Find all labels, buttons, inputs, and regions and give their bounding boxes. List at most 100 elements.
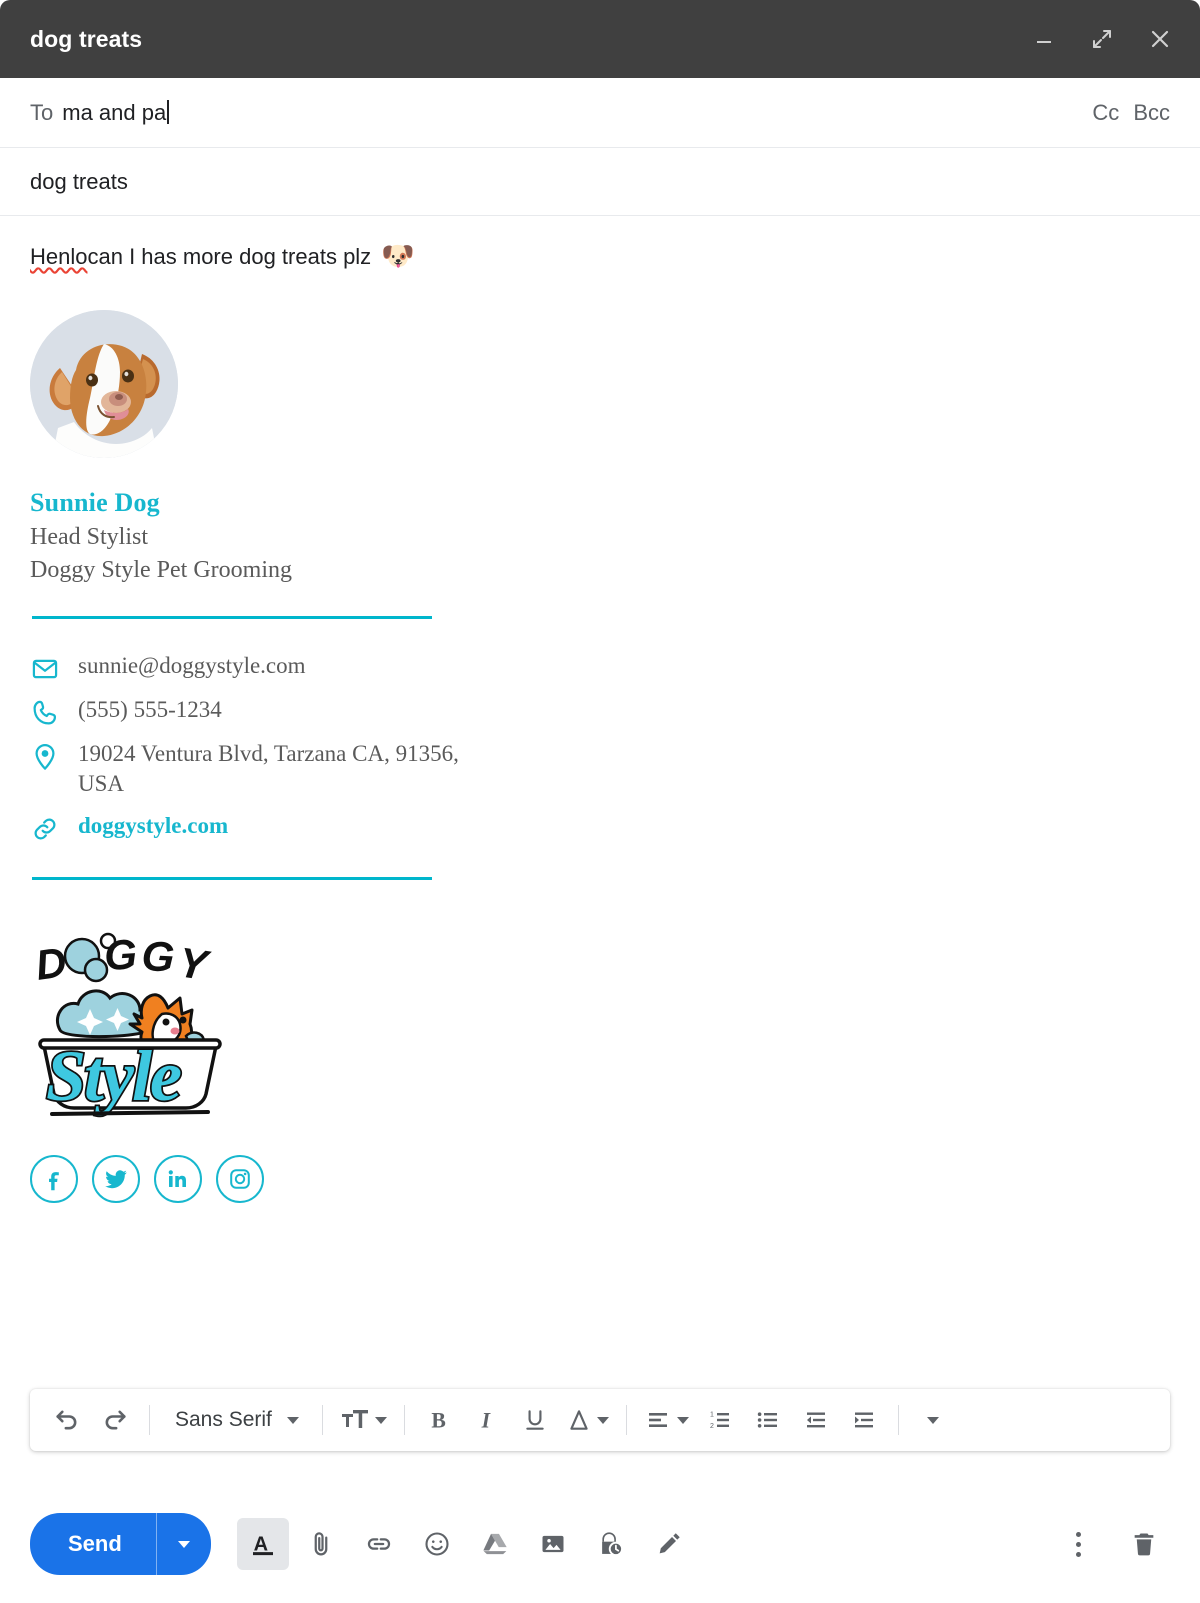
confidential-mode-icon[interactable] bbox=[585, 1518, 637, 1570]
linkedin-icon[interactable] bbox=[154, 1155, 202, 1204]
toolbar-divider bbox=[404, 1405, 405, 1435]
signature-company: Doggy Style Pet Grooming bbox=[30, 556, 292, 583]
indent-less-button[interactable] bbox=[793, 1397, 839, 1443]
signature-divider-top bbox=[32, 615, 432, 619]
toolbar-divider bbox=[149, 1405, 150, 1435]
to-field[interactable]: To ma and pa bbox=[30, 99, 169, 126]
chevron-down-icon bbox=[677, 1416, 689, 1424]
toolbar-divider bbox=[898, 1405, 899, 1435]
compose-header: dog treats bbox=[0, 0, 1200, 78]
numbered-list-button[interactable]: 1 2 bbox=[697, 1397, 743, 1443]
doggy-style-logo: D G G Y Style bbox=[30, 918, 230, 1133]
action-icon-group: A bbox=[236, 1518, 695, 1570]
compose-action-bar: Send A bbox=[0, 1485, 1200, 1603]
minimize-icon[interactable] bbox=[1026, 21, 1062, 57]
chevron-down-icon bbox=[597, 1416, 609, 1424]
format-text-icon[interactable]: A bbox=[236, 1518, 289, 1570]
svg-text:D: D bbox=[33, 939, 70, 990]
instagram-icon[interactable] bbox=[216, 1155, 264, 1204]
to-input-value: ma and pa bbox=[62, 99, 167, 125]
body-text-line[interactable]: Henlo can I has more dog treats plz 🐶 bbox=[30, 242, 1170, 272]
bold-button[interactable]: B bbox=[416, 1397, 462, 1443]
signature-name: Sunnie Dog bbox=[30, 487, 160, 517]
to-label: To bbox=[30, 99, 54, 125]
more-formatting-options-button[interactable] bbox=[910, 1397, 956, 1443]
bcc-button[interactable]: Bcc bbox=[1133, 100, 1170, 126]
close-icon[interactable] bbox=[1142, 21, 1178, 57]
contact-row-email: sunnie@doggystyle.com bbox=[30, 651, 1170, 683]
align-button[interactable] bbox=[638, 1397, 695, 1443]
svg-text:I: I bbox=[481, 1409, 492, 1433]
toolbar-divider bbox=[322, 1405, 323, 1435]
contact-email[interactable]: sunnie@doggystyle.com bbox=[78, 651, 306, 681]
contact-row-website: doggystyle.com bbox=[30, 811, 1170, 843]
compose-window: dog treats To ma and pa Cc Bcc dog treat… bbox=[0, 0, 1200, 1603]
photo-icon[interactable] bbox=[527, 1518, 579, 1570]
dog-emoji: 🐶 bbox=[381, 241, 415, 272]
indent-more-button[interactable] bbox=[841, 1397, 887, 1443]
redo-icon[interactable] bbox=[92, 1397, 138, 1443]
svg-text:G: G bbox=[103, 931, 138, 980]
send-button[interactable]: Send bbox=[30, 1513, 156, 1575]
vertical-dots bbox=[1075, 1531, 1081, 1557]
discard-draft-icon[interactable] bbox=[1118, 1518, 1170, 1570]
send-label: Send bbox=[68, 1531, 122, 1556]
svg-text:B: B bbox=[431, 1409, 445, 1433]
svg-text:1: 1 bbox=[710, 1412, 714, 1419]
contact-row-address: 19024 Ventura Blvd, Tarzana CA, 91356, U… bbox=[30, 739, 1170, 800]
font-size-dropdown[interactable] bbox=[334, 1397, 393, 1443]
cc-button[interactable]: Cc bbox=[1092, 100, 1119, 126]
cc-bcc-group: Cc Bcc bbox=[1092, 100, 1170, 126]
to-input[interactable]: ma and pa bbox=[62, 99, 169, 126]
more-options-icon[interactable] bbox=[1052, 1518, 1104, 1570]
text-color-button[interactable] bbox=[560, 1397, 615, 1443]
chevron-down-icon bbox=[287, 1416, 299, 1424]
pen-signature-icon[interactable] bbox=[643, 1518, 695, 1570]
paperclip-icon[interactable] bbox=[295, 1518, 347, 1570]
chevron-down-icon bbox=[927, 1416, 939, 1424]
window-controls bbox=[1026, 21, 1178, 57]
send-button-group[interactable]: Send bbox=[30, 1513, 211, 1575]
contact-list: sunnie@doggystyle.com (555) 555-1234 190… bbox=[30, 651, 1170, 844]
location-pin-icon bbox=[30, 739, 60, 771]
underline-button[interactable] bbox=[512, 1397, 558, 1443]
emoji-icon[interactable] bbox=[411, 1518, 463, 1570]
expand-icon[interactable] bbox=[1084, 21, 1120, 57]
svg-text:2: 2 bbox=[710, 1423, 714, 1430]
svg-text:Style: Style bbox=[46, 1036, 181, 1116]
twitter-icon[interactable] bbox=[92, 1155, 140, 1204]
font-family-value: Sans Serif bbox=[175, 1408, 272, 1431]
avatar bbox=[30, 309, 178, 458]
recipient-row[interactable]: To ma and pa Cc Bcc bbox=[0, 78, 1200, 148]
send-options-button[interactable] bbox=[157, 1513, 211, 1575]
compose-title: dog treats bbox=[30, 25, 143, 52]
phone-icon bbox=[30, 695, 60, 727]
undo-icon[interactable] bbox=[44, 1397, 90, 1443]
contact-address: 19024 Ventura Blvd, Tarzana CA, 91356, U… bbox=[78, 740, 459, 797]
toolbar-divider bbox=[626, 1405, 627, 1435]
signature-title: Head Stylist bbox=[30, 523, 148, 550]
svg-text:Y: Y bbox=[176, 939, 214, 990]
font-family-dropdown[interactable]: Sans Serif bbox=[161, 1397, 311, 1443]
link-icon[interactable] bbox=[353, 1518, 405, 1570]
link-icon bbox=[30, 811, 60, 843]
contact-phone[interactable]: (555) 555-1234 bbox=[78, 695, 222, 725]
misspelled-word: Henlo bbox=[30, 244, 88, 269]
contact-row-phone: (555) 555-1234 bbox=[30, 695, 1170, 727]
italic-button[interactable]: I bbox=[464, 1397, 510, 1443]
subject-input[interactable]: dog treats bbox=[30, 169, 128, 195]
email-signature: Sunnie Dog Head Stylist Doggy Style Pet … bbox=[30, 309, 1170, 1204]
svg-text:G: G bbox=[141, 932, 176, 981]
formatting-toolbar: Sans Serif B I 1 2 bbox=[30, 1389, 1170, 1451]
chevron-down-icon bbox=[375, 1416, 387, 1424]
svg-text:A: A bbox=[253, 1533, 267, 1555]
envelope-icon bbox=[30, 651, 60, 683]
contact-website[interactable]: doggystyle.com bbox=[78, 811, 228, 841]
bulleted-list-button[interactable] bbox=[745, 1397, 791, 1443]
subject-row[interactable]: dog treats bbox=[0, 148, 1200, 216]
action-bar-right bbox=[1052, 1518, 1170, 1570]
facebook-icon[interactable] bbox=[30, 1155, 78, 1204]
text-caret bbox=[167, 99, 169, 124]
google-drive-icon[interactable] bbox=[469, 1518, 521, 1570]
signature-divider-bottom bbox=[32, 877, 432, 881]
